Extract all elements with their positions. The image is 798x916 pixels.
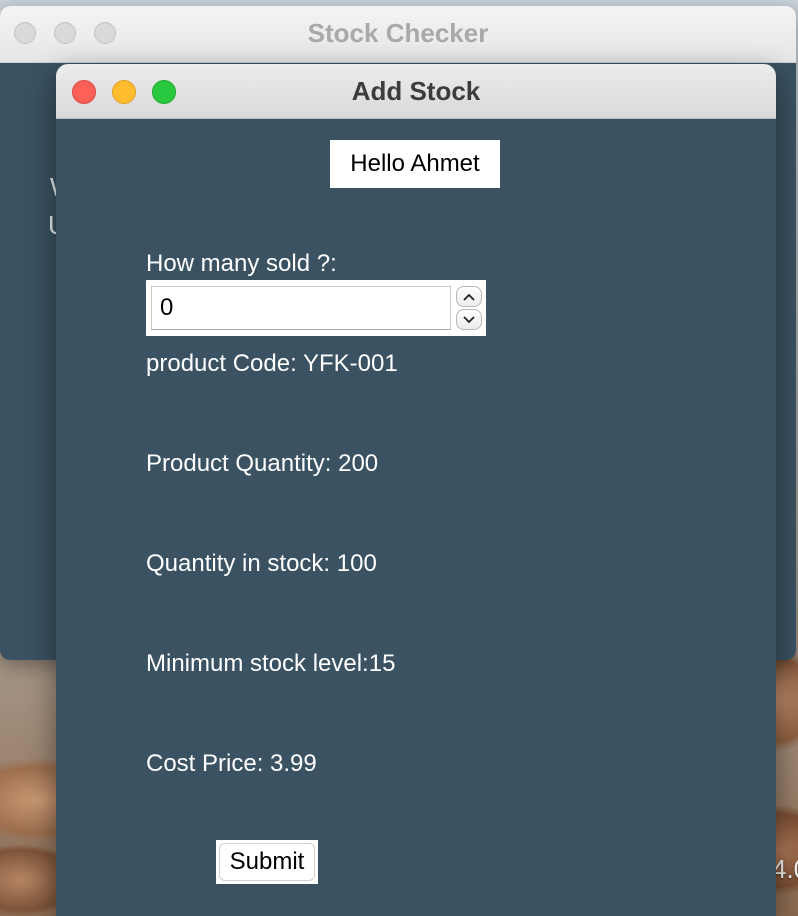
product-quantity-label: Product Quantity: 200 bbox=[146, 450, 379, 477]
quantity-in-stock-label: Quantity in stock: 100 bbox=[146, 550, 377, 577]
sold-quantity-spinbox bbox=[146, 280, 486, 336]
window-title: Add Stock bbox=[351, 76, 481, 106]
spin-buttons bbox=[456, 286, 484, 330]
submit-button-frame: Submit bbox=[216, 840, 318, 884]
stock-checker-titlebar: Stock Checker bbox=[0, 6, 796, 63]
stock-checker-title: Stock Checker bbox=[307, 18, 489, 48]
sold-quantity-input[interactable] bbox=[151, 286, 451, 330]
greeting-label: Hello Ahmet bbox=[330, 140, 500, 188]
submit-button[interactable]: Submit bbox=[219, 843, 315, 881]
increment-button[interactable] bbox=[456, 286, 482, 307]
product-code-label: product Code: YFK-001 bbox=[146, 350, 398, 377]
chevron-up-icon bbox=[463, 293, 475, 301]
decrement-button[interactable] bbox=[456, 309, 482, 330]
cost-price-label: Cost Price: 3.99 bbox=[146, 750, 317, 777]
add-stock-titlebar[interactable]: Add Stock bbox=[56, 64, 776, 119]
add-stock-window: Add Stock Hello Ahmet How many sold ?: p… bbox=[56, 64, 776, 916]
minimum-stock-level-label: Minimum stock level:15 bbox=[146, 650, 396, 677]
sold-quantity-label: How many sold ?: bbox=[146, 250, 337, 277]
chevron-down-icon bbox=[463, 315, 475, 323]
